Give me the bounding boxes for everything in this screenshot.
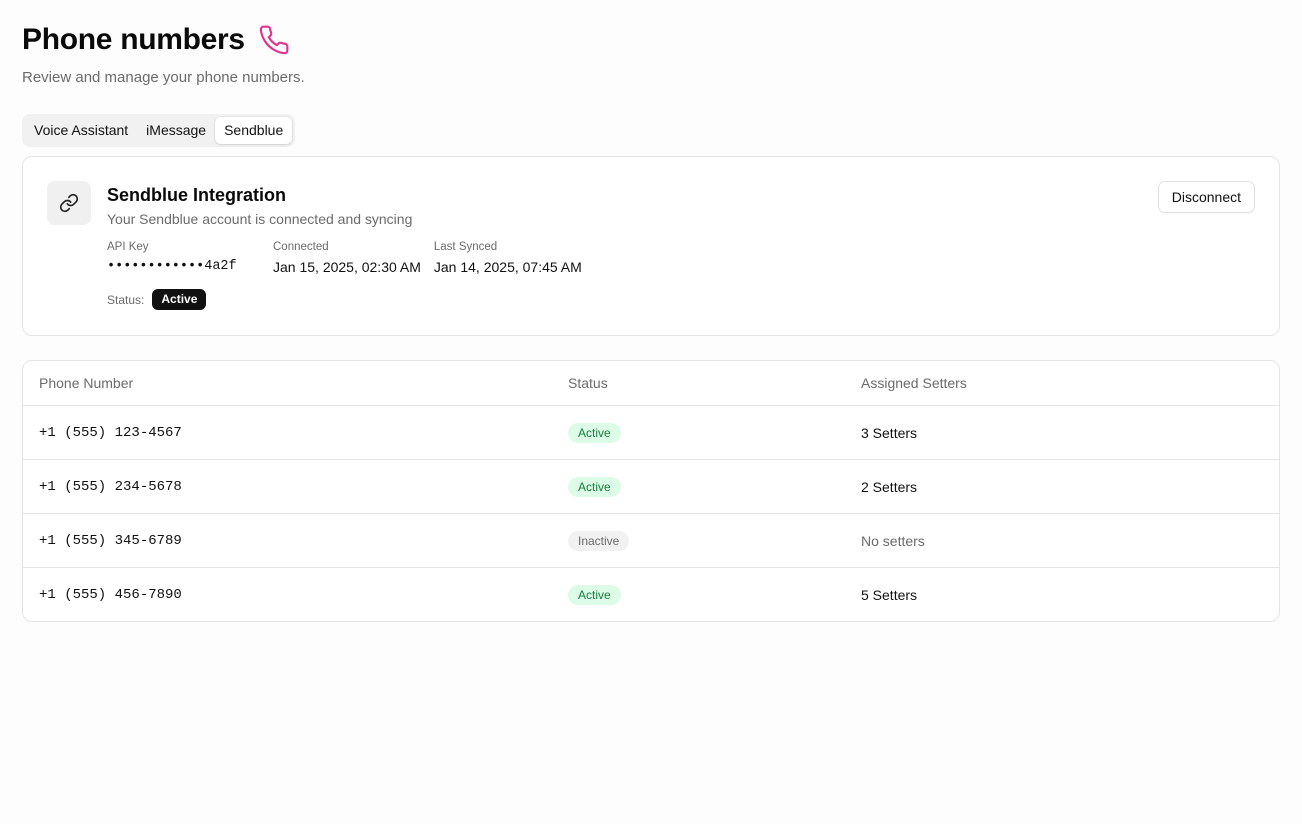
setters-cell: 5 Setters [861, 586, 918, 603]
phone-number-cell: +1 (555) 234-5678 [23, 459, 552, 514]
tab-bar: Voice Assistant iMessage Sendblue [22, 114, 296, 147]
table-header-row: Phone Number Status Assigned Setters [23, 361, 1279, 406]
table-row[interactable]: +1 (555) 456-7890 Active 5 Setters [23, 568, 1279, 622]
table-row[interactable]: +1 (555) 123-4567 Active 3 Setters [23, 405, 1279, 460]
last-synced-field: Last Synced Jan 14, 2025, 07:45 AM [434, 240, 582, 277]
status-badge: Active [568, 476, 621, 497]
status-cell: Inactive [552, 513, 845, 568]
status-badge: Active [152, 289, 207, 310]
tab-voice-assistant[interactable]: Voice Assistant [25, 117, 137, 144]
link-icon [47, 181, 91, 225]
phone-number-cell: +1 (555) 123-4567 [23, 405, 552, 460]
title-row: Phone numbers [22, 20, 1280, 60]
setters-cell: 2 Setters [845, 459, 1279, 514]
phone-numbers-table: Phone Number Status Assigned Setters +1 … [22, 360, 1280, 622]
last-synced-value: Jan 14, 2025, 07:45 AM [433, 259, 582, 275]
column-header-phone: Phone Number [23, 361, 552, 406]
table-row[interactable]: +1 (555) 234-5678 Active 2 Setters [23, 459, 1279, 514]
tab-sendblue[interactable]: Sendblue [215, 117, 293, 144]
column-header-setters: Assigned Setters [845, 361, 1279, 406]
disconnect-button[interactable]: Disconnect [1157, 181, 1255, 213]
setters-cell: No setters [845, 513, 1279, 568]
page: Phone numbers Review and manage your pho… [0, 0, 1302, 824]
page-subtitle: Review and manage your phone numbers. [22, 69, 305, 86]
phone-icon [258, 24, 290, 56]
connected-field: Connected Jan 15, 2025, 02:30 AM [273, 240, 421, 277]
api-key-label: API Key [107, 241, 149, 253]
page-title: Phone numbers [22, 23, 245, 56]
integration-title: Sendblue Integration [107, 185, 287, 205]
status-cell: Active [552, 459, 845, 514]
phone-number-cell: +1 (555) 345-6789 [23, 513, 552, 568]
phone-number-cell: +1 (555) 456-7890 [39, 586, 182, 603]
api-key-field: API Key ••••••••••••4a2f [107, 240, 260, 277]
api-key-value: ••••••••••••4a2f [107, 259, 237, 274]
integration-meta: API Key ••••••••••••4a2f Connected Jan 1… [107, 240, 595, 277]
tab-imessage[interactable]: iMessage [137, 117, 215, 144]
setters-cell: 3 Setters [845, 405, 1279, 460]
status-cell: Active [552, 405, 845, 460]
column-header-status: Status [552, 361, 845, 406]
integration-status: Status: Active [107, 289, 595, 310]
status-cell: Active [552, 568, 845, 622]
status-badge: Active [568, 584, 621, 605]
integration-description: Your Sendblue account is connected and s… [107, 211, 413, 227]
table-row[interactable]: +1 (555) 345-6789 Inactive No setters [23, 513, 1279, 568]
status-badge: Inactive [568, 530, 630, 551]
connected-value: Jan 15, 2025, 02:30 AM [273, 259, 421, 275]
status-label: Status: [107, 292, 145, 307]
integration-details: Sendblue Integration Your Sendblue accou… [107, 183, 595, 310]
last-synced-label: Last Synced [433, 241, 498, 253]
connected-label: Connected [273, 241, 329, 253]
status-badge: Active [568, 422, 621, 443]
integration-card: Sendblue Integration Your Sendblue accou… [22, 156, 1280, 336]
